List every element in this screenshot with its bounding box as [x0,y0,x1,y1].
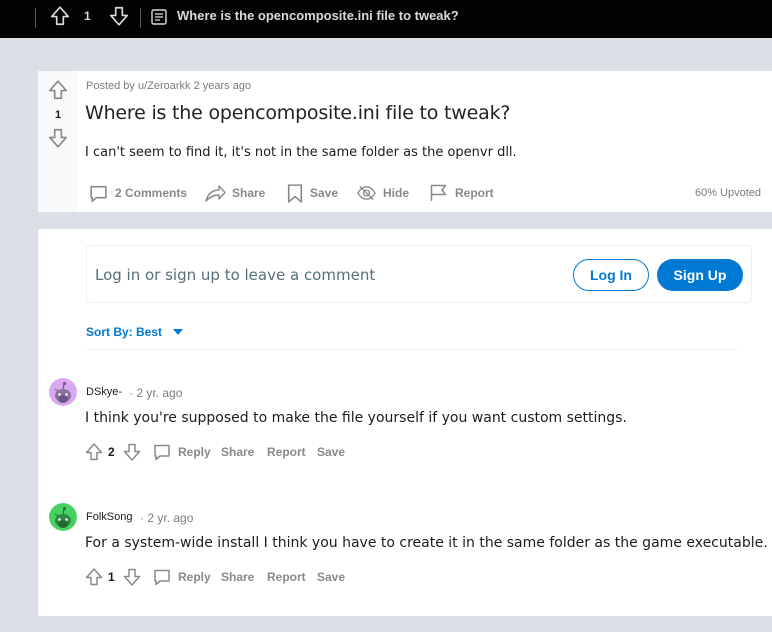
save-button[interactable]: Save [317,440,345,464]
comment-icon [90,185,107,202]
comment-vote-count: 2 [108,445,115,459]
vote-column: 1 [38,71,78,212]
upvote-arrow-icon[interactable] [47,79,69,105]
bookmark-icon [287,183,303,203]
report-label: Report [455,186,494,200]
sort-label: Sort By: Best [86,325,163,339]
downvote-arrow-icon[interactable] [122,440,142,464]
report-button[interactable]: Report [428,181,494,205]
caret-down-icon [173,329,184,335]
comment-login-box: Log in or sign up to leave a comment Log… [86,245,752,303]
eye-slash-icon [357,185,376,201]
comments-label: 2 Comments [115,186,188,200]
post-card: 1 Posted by u/Zeroarkk 2 years ago Where… [38,71,772,212]
comments-button[interactable]: 2 Comments [88,181,187,205]
save-button[interactable]: Save [317,565,345,589]
comment-prompt: Log in or sign up to leave a comment [95,266,376,284]
sort-dropdown[interactable]: Sort By: Best [86,325,184,339]
comment-body: For a system-wide install I think you ha… [85,535,768,551]
signup-button[interactable]: Sign Up [657,259,743,291]
comment-icon [154,444,170,461]
comment-time-text: 2 yr. ago [147,511,194,525]
share-button[interactable]: Share [221,440,254,464]
vote-count: 1 [54,109,62,121]
report-button[interactable]: Report [267,440,306,464]
upvote-ratio: 60% Upvoted [694,187,761,199]
save-label: Save [310,186,339,200]
upvote-arrow-icon[interactable] [84,440,104,464]
reply-label: Reply [178,570,211,584]
reply-button[interactable]: Reply [152,565,211,589]
save-button[interactable]: Save [286,181,338,205]
comment-author[interactable]: DSkye- [86,386,122,398]
downvote-arrow-icon[interactable] [47,127,69,153]
upvote-arrow-icon[interactable] [49,5,71,31]
hide-button[interactable]: Hide [356,181,409,205]
reply-button[interactable]: Reply [152,440,211,464]
login-button[interactable]: Log In [573,259,649,291]
comment-time-text: 2 yr. ago [136,386,183,400]
comment: FolkSong · 2 yr. ago For a system-wide i… [38,503,772,613]
share-button[interactable]: Share [221,565,254,589]
share-label: Share [232,186,266,200]
comment-author[interactable]: FolkSong [86,511,132,523]
comment: DSkye- · 2 yr. ago I think you're suppos… [38,378,772,488]
downvote-arrow-icon[interactable] [108,5,130,31]
divider [35,8,36,28]
share-arrow-icon [205,185,226,202]
avatar[interactable] [49,378,77,406]
post-meta: Posted by u/Zeroarkk 2 years ago [86,80,252,92]
post-body: I can't seem to find it, it's not in the… [85,145,517,160]
share-button[interactable]: Share [204,181,265,205]
report-button[interactable]: Report [267,565,306,589]
comment-body: I think you're supposed to make the file… [85,410,627,426]
comment-time: · 2 yr. ago [129,386,183,400]
reply-label: Reply [178,445,211,459]
comment-time: · 2 yr. ago [140,511,194,525]
divider [86,349,738,350]
flag-icon [430,184,447,201]
divider [140,8,141,28]
top-bar-title[interactable]: Where is the opencomposite.ini file to t… [177,8,459,23]
post-icon [150,8,168,30]
comment-icon [154,569,170,586]
avatar[interactable] [49,503,77,531]
top-bar: 1 Where is the opencomposite.ini file to… [0,0,772,38]
comment-vote-count: 1 [108,570,115,584]
hide-label: Hide [383,186,410,200]
downvote-arrow-icon[interactable] [122,565,142,589]
post-title: Where is the opencomposite.ini file to t… [85,102,511,124]
comments-card: Log in or sign up to leave a comment Log… [38,229,772,616]
vote-count: 1 [84,9,91,23]
upvote-arrow-icon[interactable] [84,565,104,589]
